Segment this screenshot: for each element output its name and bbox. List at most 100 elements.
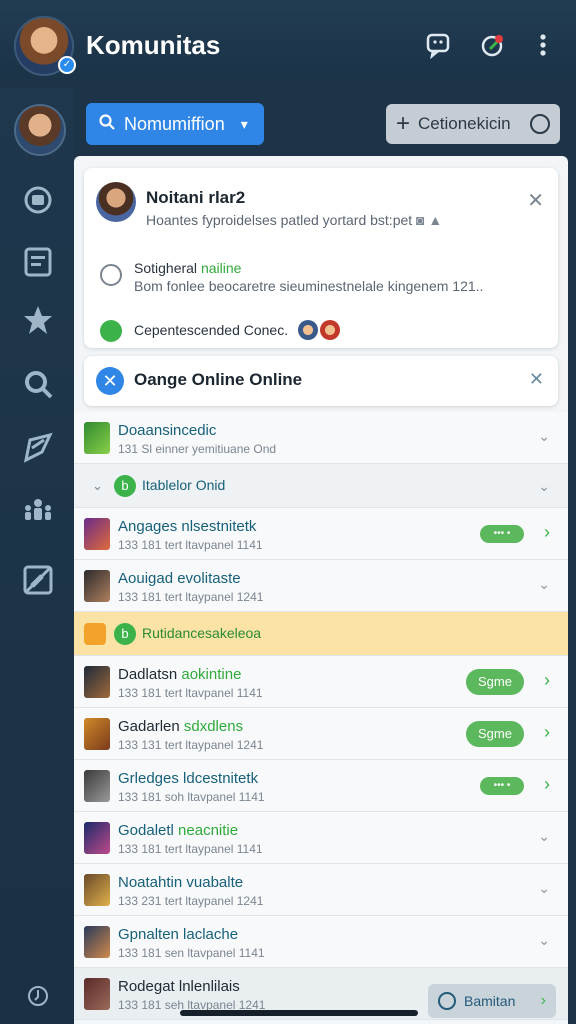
status-title: Sotigheral nailine: [134, 260, 242, 276]
list-item[interactable]: Dadlatsn aokintine 133 181 tert ltavpane…: [74, 656, 568, 708]
megaphone-icon[interactable]: [20, 430, 56, 466]
section-header[interactable]: ⌄ b Itablelor Onid ⌄: [74, 464, 568, 508]
item-thumbnail: [84, 770, 110, 802]
item-meta: 133 131 tert ltaypanel 1241: [118, 738, 264, 752]
settings-icon[interactable]: [26, 984, 50, 1008]
item-name: Angages nlsestnitetk: [118, 518, 257, 535]
sidebar: [0, 88, 74, 1024]
status-subtitle: Bom fonlee beocaretre sieuminestnelale k…: [134, 278, 484, 294]
list-item[interactable]: Gpnalten laclache 133 181 sen ltavpanel …: [74, 916, 568, 968]
plus-icon: +: [396, 110, 411, 137]
filter-label: Nomumiffion: [124, 113, 225, 134]
star-icon[interactable]: [20, 302, 56, 338]
document-icon[interactable]: [20, 244, 56, 280]
bottom-action-label: Bamitan: [464, 993, 516, 1009]
item-meta: 133 181 soh ltavpanel 1141: [118, 790, 265, 804]
item-name: Gpnalten laclache: [118, 926, 239, 943]
connection-text: Cepentescended Conec.: [134, 322, 289, 338]
thumb-icon: ▲: [428, 212, 443, 228]
status-pill[interactable]: ••• •: [480, 777, 524, 795]
warning-icon: [84, 623, 106, 645]
list-item[interactable]: Gadarlen sdxdlens 133 131 tert ltaypanel…: [74, 708, 568, 760]
chevron-right-icon[interactable]: ›: [544, 522, 550, 543]
item-meta: 133 181 sen ltavpanel 1141: [118, 946, 265, 960]
notice-avatar: [96, 182, 136, 222]
list-item[interactable]: Godaletl neacnitie 133 181 tert ltaypane…: [74, 812, 568, 864]
member-avatar[interactable]: [320, 320, 340, 340]
item-thumbnail: [84, 978, 110, 1010]
item-meta: 133 181 tert ltavpanel 1141: [118, 538, 263, 552]
item-name: Aouigad evolitaste: [118, 570, 241, 587]
connect-label: Cetionekicin: [418, 114, 511, 133]
online-title: Oange Online Online: [134, 370, 303, 389]
notice-subtitle: Hoantes fyproidelses patled yortard bst:…: [146, 212, 443, 228]
item-thumbnail: [84, 666, 110, 698]
chevron-right-icon[interactable]: ›: [544, 670, 550, 691]
people-icon[interactable]: [20, 494, 56, 530]
notification-icon[interactable]: [478, 30, 508, 60]
user-avatar[interactable]: [14, 104, 66, 156]
item-thumbnail: [84, 874, 110, 906]
close-icon[interactable]: ✕: [527, 188, 544, 213]
item-meta: 133 181 tert ltaypanel 1141: [118, 842, 263, 856]
page-title: Komunitas: [86, 30, 221, 60]
home-indicator[interactable]: [180, 1010, 418, 1016]
member-avatar[interactable]: [298, 320, 318, 340]
chevron-down-icon[interactable]: ⌄: [538, 576, 550, 593]
main-panel: Noitani rlar2 Hoantes fyproidelses patle…: [74, 156, 568, 1024]
highlighted-section-header[interactable]: b Rutidancesakeleoa: [74, 612, 568, 656]
online-card: ✕ Oange Online Online ✕: [84, 356, 558, 406]
item-name: Grledges ldcestnitetk: [118, 770, 259, 787]
chevron-right-icon: ›: [540, 992, 546, 1009]
more-menu-icon[interactable]: [528, 30, 558, 60]
filter-dropdown-button[interactable]: Nomumiffion ▾: [86, 103, 264, 145]
chevron-down-icon[interactable]: ⌄: [538, 932, 550, 949]
chevron-down-icon[interactable]: ⌄: [538, 828, 550, 845]
edit-off-icon[interactable]: [20, 562, 56, 598]
home-icon[interactable]: [20, 182, 56, 218]
chevron-right-icon[interactable]: ›: [544, 722, 550, 743]
clock-icon: [438, 992, 456, 1010]
bottom-action-button[interactable]: Bamitan ›: [428, 984, 556, 1018]
item-thumbnail: [84, 422, 110, 454]
search-icon[interactable]: [20, 366, 56, 402]
chevron-down-icon[interactable]: ⌄: [538, 478, 550, 495]
member-list: Doaansincedic 131 Sl einner yemitiuane O…: [74, 412, 568, 1020]
item-thumbnail: [84, 822, 110, 854]
chevron-right-icon[interactable]: ›: [544, 774, 550, 795]
search-icon: [98, 113, 116, 136]
chevron-down-icon[interactable]: ⌄: [538, 428, 550, 445]
chat-icon[interactable]: [424, 30, 454, 60]
status-pill[interactable]: Sgme: [466, 669, 524, 695]
status-pill[interactable]: Sgme: [466, 721, 524, 747]
list-item[interactable]: Aouigad evolitaste 133 181 tert ltaypane…: [74, 560, 568, 612]
top-bar: ✓ Komunitas: [0, 0, 576, 88]
item-thumbnail: [84, 718, 110, 750]
list-item[interactable]: Grledges ldcestnitetk 133 181 soh ltavpa…: [74, 760, 568, 812]
item-name: Rodegat lnlenlilais: [118, 978, 240, 995]
section-label: Rutidancesakeleoa: [142, 625, 262, 641]
item-meta: 131 Sl einner yemitiuane Ond: [118, 442, 277, 456]
chevron-down-icon[interactable]: ⌄: [538, 880, 550, 897]
close-icon[interactable]: ✕: [529, 369, 544, 390]
item-meta: 133 231 tert ltaypanel 1241: [118, 894, 264, 908]
close-circle-icon[interactable]: ✕: [96, 367, 124, 395]
clock-icon: [530, 114, 550, 134]
list-item[interactable]: Doaansincedic 131 Sl einner yemitiuane O…: [74, 412, 568, 464]
list-item[interactable]: Angages nlsestnitetk 133 181 tert ltavpa…: [74, 508, 568, 560]
item-meta: 133 181 tert ltavpanel 1141: [118, 686, 263, 700]
status-pill[interactable]: ••• •: [480, 525, 524, 543]
verified-badge-icon: ✓: [58, 56, 76, 74]
item-meta: 133 181 tert ltaypanel 1241: [118, 590, 264, 604]
chevron-down-icon: ⌄: [92, 478, 103, 493]
info-icon: [100, 264, 122, 286]
camera-icon: ◙: [416, 212, 425, 228]
item-thumbnail: [84, 518, 110, 550]
item-name: Doaansincedic: [118, 422, 217, 439]
group-icon: [100, 320, 122, 342]
section-badge-icon: b: [114, 475, 136, 497]
item-name: Gadarlen sdxdlens: [118, 718, 244, 735]
list-item[interactable]: Noatahtin vuabalte 133 231 tert ltaypane…: [74, 864, 568, 916]
item-name: Godaletl neacnitie: [118, 822, 239, 839]
connect-button[interactable]: + Cetionekicin: [386, 104, 560, 144]
